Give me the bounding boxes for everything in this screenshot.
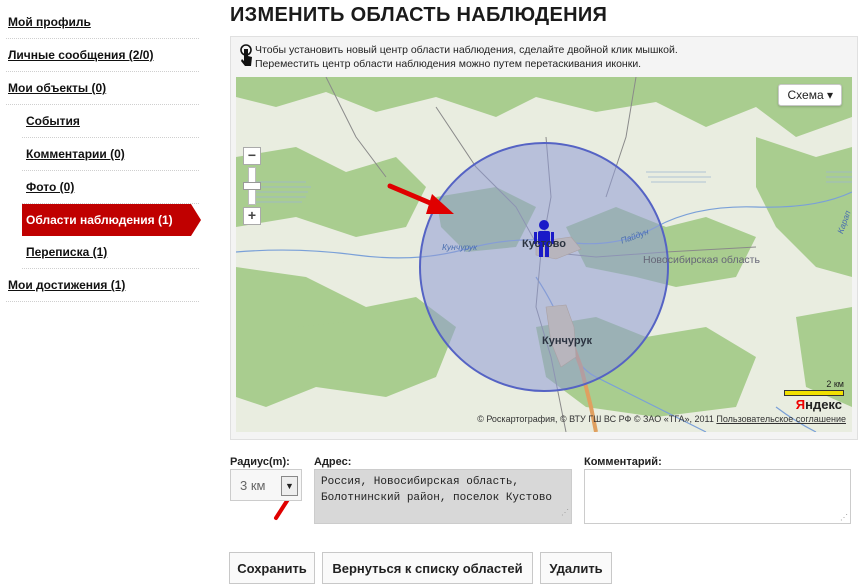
map-hint: Чтобы установить новый центр области наб… — [239, 43, 678, 71]
radius-select[interactable]: 3 км ▼ — [230, 469, 302, 501]
radius-label: Радиус(m): — [230, 456, 290, 468]
sidebar-item-label: События — [26, 114, 80, 128]
map-type-dropdown[interactable]: Схема ▾ — [778, 84, 842, 106]
save-button[interactable]: Сохранить — [229, 552, 315, 584]
address-line: Россия, Новосибирская область, — [321, 476, 520, 488]
scale-bar — [784, 390, 844, 396]
comment-label: Комментарий: — [584, 456, 662, 468]
observation-area-circle[interactable] — [419, 142, 669, 392]
map-label-kustovo: Кустово — [522, 238, 566, 250]
address-label: Адрес: — [314, 456, 352, 468]
delete-button[interactable]: Удалить — [540, 552, 612, 584]
zoom-in-button[interactable]: + — [243, 207, 261, 225]
map-type-label: Схема — [787, 88, 824, 102]
sidebar-item-events[interactable]: События — [22, 105, 199, 138]
zoom-slider-handle[interactable] — [243, 182, 261, 190]
address-line: Болотнинский район, поселок Кустово — [321, 492, 553, 504]
scale-label: 2 км — [826, 379, 844, 389]
sidebar-item-comments[interactable]: Комментарии (0) — [22, 138, 199, 171]
sidebar-nav: Мой профиль Личные сообщения (2/0) Мои о… — [0, 0, 205, 302]
sidebar-item-label: Личные сообщения (2/0) — [8, 48, 154, 62]
sidebar-item-my-objects[interactable]: Мои объекты (0) — [6, 72, 199, 105]
map-label-region: Новосибирская область — [643, 254, 760, 266]
sidebar-item-my-profile[interactable]: Мой профиль — [6, 6, 199, 39]
sidebar-item-messages[interactable]: Личные сообщения (2/0) — [6, 39, 199, 72]
resize-grip-icon[interactable]: ⋰ — [840, 513, 848, 522]
yandex-logo-y: Я — [795, 397, 806, 412]
chevron-down-icon: ▾ — [826, 88, 833, 102]
terms-link[interactable]: Пользовательское соглашение — [716, 414, 846, 424]
map-copyright: © Роскартография, © ВТУ ГШ ВС РФ © ЗАО «… — [477, 414, 846, 424]
sidebar-item-photo[interactable]: Фото (0) — [22, 171, 199, 204]
back-to-list-button[interactable]: Вернуться к списку областей — [322, 552, 533, 584]
address-field[interactable]: Россия, Новосибирская область, Болотнинс… — [314, 469, 572, 524]
map-label-kunchuruk: Кунчурук — [542, 335, 593, 347]
sidebar-item-achievements[interactable]: Мои достижения (1) — [6, 269, 199, 302]
page-title: ИЗМЕНИТЬ ОБЛАСТЬ НАБЛЮДЕНИЯ — [230, 4, 608, 26]
sidebar-item-label: Мои достижения (1) — [8, 278, 126, 292]
sidebar-item-label: Мой профиль — [8, 15, 91, 29]
sidebar-item-label: Фото (0) — [26, 180, 75, 194]
yandex-map[interactable]: Кустово Кунчурук Новосибирская область К… — [236, 77, 852, 432]
hand-pointer-icon — [240, 44, 252, 66]
map-scale: 2 км — [784, 379, 844, 396]
zoom-out-button[interactable]: − — [243, 147, 261, 165]
copyright-text: © Роскартография, © ВТУ ГШ ВС РФ © ЗАО «… — [477, 414, 714, 424]
sidebar-item-observation-areas[interactable]: Области наблюдения (1) — [22, 204, 201, 236]
yandex-logo-rest: ндекс — [805, 397, 842, 412]
map-hint-line: Чтобы установить новый центр области наб… — [255, 44, 678, 56]
sidebar-item-label: Области наблюдения (1) — [26, 213, 173, 227]
zoom-control: − + — [243, 147, 261, 225]
map-panel: Чтобы установить новый центр области наб… — [230, 36, 858, 440]
sidebar-item-label: Комментарии (0) — [26, 147, 125, 161]
dropdown-arrow-icon[interactable]: ▼ — [281, 476, 298, 496]
yandex-logo: Яндекс — [796, 397, 842, 412]
comment-field[interactable]: ⋰ — [584, 469, 851, 524]
map-label-river: Кунчурук — [442, 242, 478, 252]
resize-grip-icon[interactable]: ⋰ — [561, 506, 569, 522]
sidebar-item-correspondence[interactable]: Переписка (1) — [22, 236, 199, 269]
sidebar-item-label: Мои объекты (0) — [8, 81, 107, 95]
radius-value: 3 км — [240, 478, 266, 493]
zoom-slider[interactable] — [243, 167, 261, 205]
red-arrow-icon — [387, 183, 454, 214]
sidebar-item-label: Переписка (1) — [26, 245, 108, 259]
map-hint-line: Переместить центр области наблюдения мож… — [255, 58, 642, 70]
